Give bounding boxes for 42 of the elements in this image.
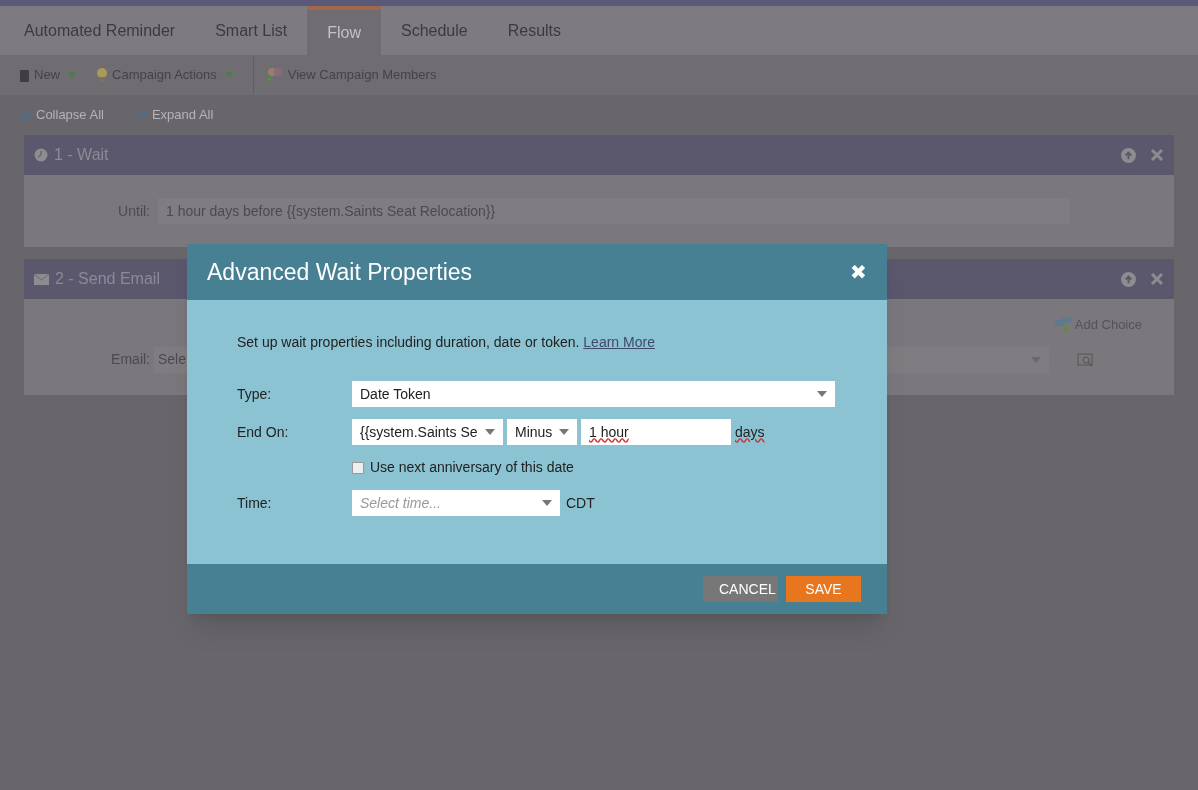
lightbulb-icon xyxy=(96,67,108,83)
anniversary-checkbox[interactable] xyxy=(352,461,364,474)
dropdown-caret-icon xyxy=(559,429,569,435)
type-select[interactable]: Date Token xyxy=(352,381,835,407)
triangle-up-icon xyxy=(20,111,32,119)
tab[interactable]: Results xyxy=(487,6,582,55)
dialog-title: Advanced Wait Properties xyxy=(207,257,473,287)
close-icon[interactable] xyxy=(1150,272,1164,286)
tab[interactable]: Schedule xyxy=(381,6,488,55)
outline-toggle-link[interactable]: Expand All xyxy=(135,105,214,125)
people-icon xyxy=(265,67,284,83)
operator-select[interactable]: Minus xyxy=(507,419,577,445)
dropdown-caret-icon xyxy=(542,500,552,506)
cancel-button[interactable]: CANCEL xyxy=(703,576,778,602)
offset-field[interactable]: 1 hour xyxy=(581,419,731,445)
move-up-icon[interactable] xyxy=(1121,271,1136,287)
tab[interactable]: Smart List xyxy=(195,6,308,55)
dropdown-caret-icon xyxy=(817,391,827,397)
outline-toggle-link[interactable]: Collapse All xyxy=(20,105,104,125)
add-choice-icon xyxy=(1054,316,1073,333)
learn-more-link[interactable]: Learn More xyxy=(583,334,655,350)
unit-label: days xyxy=(735,422,765,442)
save-button[interactable]: SAVE xyxy=(786,576,861,602)
checkbox-label: Use next anniversary of this date xyxy=(370,458,574,477)
field-label: End On: xyxy=(237,422,290,442)
envelope-icon xyxy=(34,273,49,285)
field-label: Time: xyxy=(237,493,273,513)
close-icon[interactable] xyxy=(1150,148,1164,162)
move-up-icon[interactable] xyxy=(1121,147,1136,163)
clock-icon xyxy=(34,148,48,162)
tab[interactable]: Flow xyxy=(307,6,381,55)
close-button[interactable]: ✖ xyxy=(850,257,867,287)
dropdown-caret-icon xyxy=(485,429,495,435)
search-icon[interactable] xyxy=(1077,351,1095,368)
intro-text: Set up wait properties including duration, date or token. Learn More xyxy=(237,333,656,352)
token-select[interactable]: {{system.Saints Se xyxy=(352,419,503,445)
triangle-down-icon xyxy=(135,111,148,119)
document-icon xyxy=(20,68,30,82)
field-label: Type: xyxy=(237,384,273,404)
timezone-label: CDT xyxy=(566,493,595,513)
tab[interactable]: Automated Reminder xyxy=(4,6,196,55)
time-select[interactable]: Select time... xyxy=(352,490,560,516)
